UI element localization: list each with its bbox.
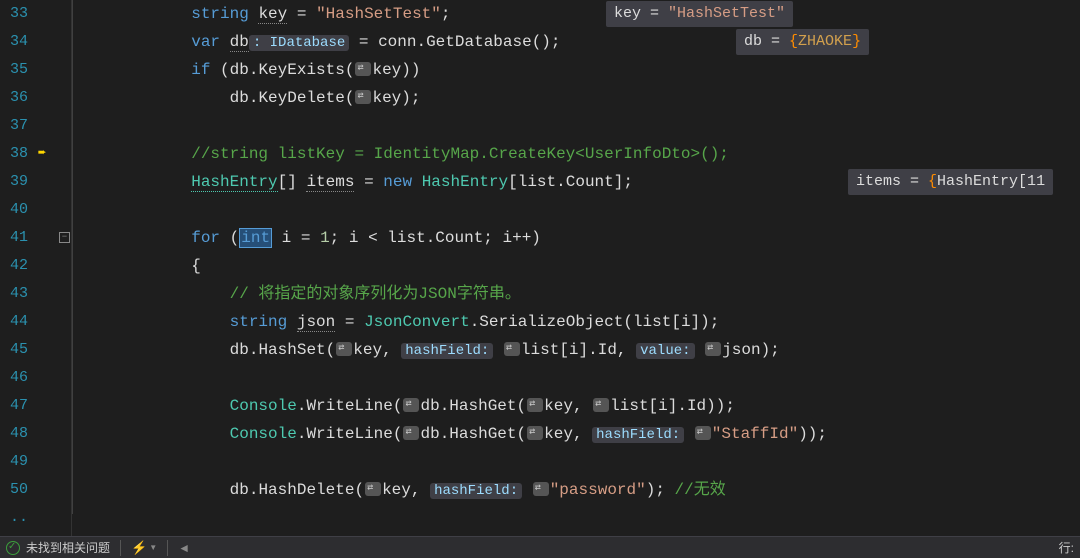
code-line[interactable]: db.KeyDelete(key); bbox=[76, 84, 1080, 112]
param-hint: hashField: bbox=[401, 343, 493, 359]
code-line[interactable] bbox=[76, 364, 1080, 392]
implicit-conversion-icon bbox=[365, 482, 381, 496]
lightning-icon[interactable]: ⚡ bbox=[131, 540, 147, 556]
status-bar: 未找到相关问题 ⚡ ▼ ◄ 行: bbox=[0, 536, 1080, 558]
implicit-conversion-icon bbox=[705, 342, 721, 356]
implicit-conversion-icon bbox=[403, 398, 419, 412]
code-line[interactable] bbox=[76, 448, 1080, 476]
status-no-issues: 未找到相关问题 bbox=[26, 539, 110, 556]
divider bbox=[167, 540, 168, 556]
divider bbox=[120, 540, 121, 556]
code-folding-margin[interactable]: − bbox=[58, 0, 72, 536]
implicit-conversion-icon bbox=[533, 482, 549, 496]
code-line[interactable]: for (int i = 1; i < list.Count; i++) bbox=[76, 224, 1080, 252]
fold-toggle-icon[interactable]: − bbox=[59, 232, 70, 243]
implicit-conversion-icon bbox=[504, 342, 520, 356]
status-line-label[interactable]: 行: bbox=[1059, 541, 1074, 555]
code-line[interactable]: Console.WriteLine(db.HashGet(key, list[i… bbox=[76, 392, 1080, 420]
code-line[interactable]: //string listKey = IdentityMap.CreateKey… bbox=[76, 140, 1080, 168]
code-line[interactable]: { bbox=[76, 252, 1080, 280]
implicit-conversion-icon bbox=[527, 426, 543, 440]
debug-inline-value: key = "HashSetTest" bbox=[606, 1, 793, 27]
code-line[interactable]: db.HashDelete(key, hashField: "password"… bbox=[76, 476, 1080, 504]
param-hint: value: bbox=[636, 343, 694, 359]
code-editor[interactable]: 33 34 35 36 37 38 39 40 41 42 43 44 45 4… bbox=[0, 0, 1080, 536]
code-line[interactable]: db.HashSet(key, hashField: list[i].Id, v… bbox=[76, 336, 1080, 364]
code-line[interactable] bbox=[76, 196, 1080, 224]
line-number-gutter: 33 34 35 36 37 38 39 40 41 42 43 44 45 4… bbox=[0, 0, 36, 536]
code-line[interactable]: HashEntry[] items = new HashEntry[list.C… bbox=[76, 168, 1080, 196]
left-arrow-icon[interactable]: ◄ bbox=[178, 541, 190, 555]
implicit-conversion-icon bbox=[336, 342, 352, 356]
code-line[interactable]: Console.WriteLine(db.HashGet(key, hashFi… bbox=[76, 420, 1080, 448]
implicit-conversion-icon bbox=[593, 398, 609, 412]
implicit-conversion-icon bbox=[695, 426, 711, 440]
implicit-conversion-icon bbox=[355, 90, 371, 104]
code-line[interactable]: string key = "HashSetTest"; key = "HashS… bbox=[76, 0, 1080, 28]
code-line[interactable]: var db: IDatabase = conn.GetDatabase(); … bbox=[76, 28, 1080, 56]
breakpoint-margin[interactable]: ➨ bbox=[36, 0, 58, 536]
chevron-down-icon[interactable]: ▼ bbox=[149, 543, 157, 552]
code-line[interactable]: string json = JsonConvert.SerializeObjec… bbox=[76, 308, 1080, 336]
code-line[interactable]: // 将指定的对象序列化为JSON字符串。 bbox=[76, 280, 1080, 308]
param-hint: hashField: bbox=[592, 427, 684, 443]
debug-inline-value: items = {HashEntry[11 bbox=[848, 169, 1053, 195]
param-hint: hashField: bbox=[430, 483, 522, 499]
implicit-conversion-icon bbox=[403, 426, 419, 440]
code-area[interactable]: string key = "HashSetTest"; key = "HashS… bbox=[72, 0, 1080, 536]
code-line[interactable] bbox=[76, 112, 1080, 140]
type-hint: : IDatabase bbox=[249, 35, 349, 51]
check-circle-icon bbox=[6, 541, 20, 555]
selected-text[interactable]: int bbox=[239, 228, 272, 248]
code-line[interactable]: if (db.KeyExists(key)) bbox=[76, 56, 1080, 84]
implicit-conversion-icon bbox=[355, 62, 371, 76]
execution-pointer-icon: ➨ bbox=[38, 145, 46, 162]
implicit-conversion-icon bbox=[527, 398, 543, 412]
debug-inline-value: db = {ZHAOKE} bbox=[736, 29, 869, 55]
